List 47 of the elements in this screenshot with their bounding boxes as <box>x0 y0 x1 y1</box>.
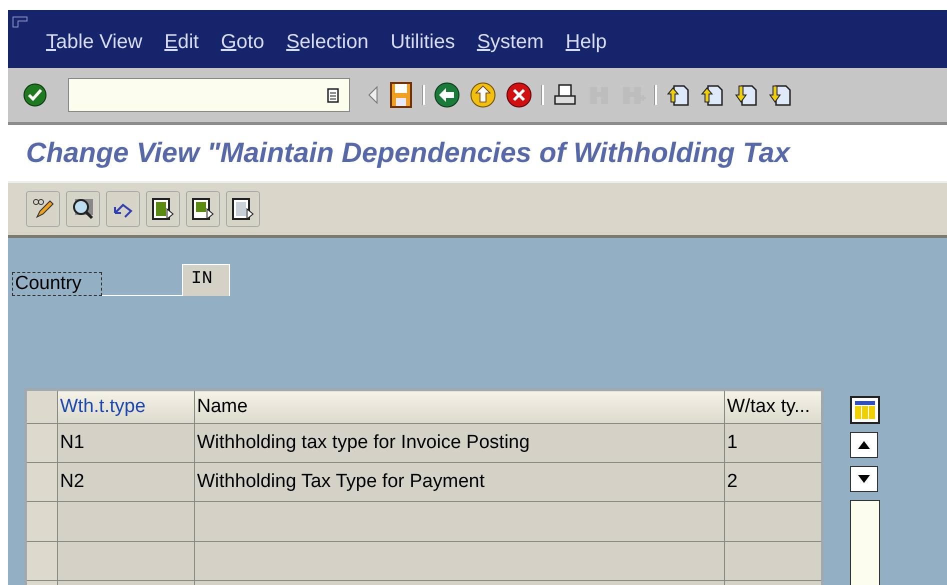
scroll-up-button[interactable] <box>850 432 878 458</box>
menu-item[interactable]: System <box>476 31 544 54</box>
column-header[interactable]: Wth.t.type <box>58 390 194 424</box>
table-cell[interactable] <box>58 541 194 580</box>
column-header[interactable]: Name <box>194 390 724 424</box>
printer-icon[interactable] <box>552 82 578 108</box>
menu-item[interactable]: Table View <box>46 31 142 54</box>
table-cell[interactable]: 2 <box>724 462 822 502</box>
triangle-left-icon[interactable] <box>366 83 380 107</box>
table-cell[interactable]: N1 <box>58 423 194 463</box>
table-cell[interactable] <box>724 541 822 580</box>
toolbar-button[interactable] <box>186 191 220 227</box>
screen-title: Change View "Maintain Dependencies of Withholding Tax <box>8 125 947 183</box>
table-cell[interactable] <box>724 502 822 542</box>
list-select-icon <box>151 197 175 221</box>
cancel-icon[interactable] <box>505 81 533 109</box>
command-field[interactable] <box>68 78 350 112</box>
table-cell[interactable]: Withholding tax type for Invoice Posting <box>194 423 724 463</box>
window-menu-icon[interactable] <box>12 16 28 28</box>
menu-item[interactable]: Selection <box>286 31 368 54</box>
column-settings-icon[interactable] <box>850 396 880 424</box>
checkmark-icon[interactable] <box>22 82 48 108</box>
toolbar-button[interactable] <box>146 191 180 227</box>
column-header[interactable]: W/tax ty... <box>724 390 822 424</box>
toolbar-button[interactable] <box>66 191 100 227</box>
menu-item[interactable]: Utilities <box>390 31 455 54</box>
menu-item[interactable]: Goto <box>220 31 264 54</box>
menu-item[interactable]: Help <box>566 31 607 54</box>
magnifier-icon <box>71 197 95 221</box>
country-field[interactable]: IN <box>182 264 230 296</box>
list-select-icon <box>191 197 215 221</box>
triangle-down-icon <box>858 475 870 483</box>
toolbar-button[interactable] <box>26 191 60 227</box>
pencil-glasses-icon <box>31 197 55 221</box>
list-select-icon <box>231 197 255 221</box>
menu-item[interactable]: Edit <box>164 31 199 54</box>
table-cell[interactable] <box>194 502 724 542</box>
toolbar-button[interactable] <box>226 191 260 227</box>
table-cell[interactable] <box>194 541 724 580</box>
clipboard-icon <box>327 87 339 103</box>
scroll-down-button[interactable] <box>850 466 878 492</box>
field-label: Country <box>12 272 102 296</box>
table-cell[interactable] <box>58 502 194 542</box>
table-cell[interactable]: 1 <box>724 423 822 463</box>
triangle-up-icon <box>858 441 870 449</box>
table-cell[interactable]: N2 <box>58 462 194 502</box>
table-cell[interactable]: Withholding Tax Type for Payment <box>194 462 724 502</box>
